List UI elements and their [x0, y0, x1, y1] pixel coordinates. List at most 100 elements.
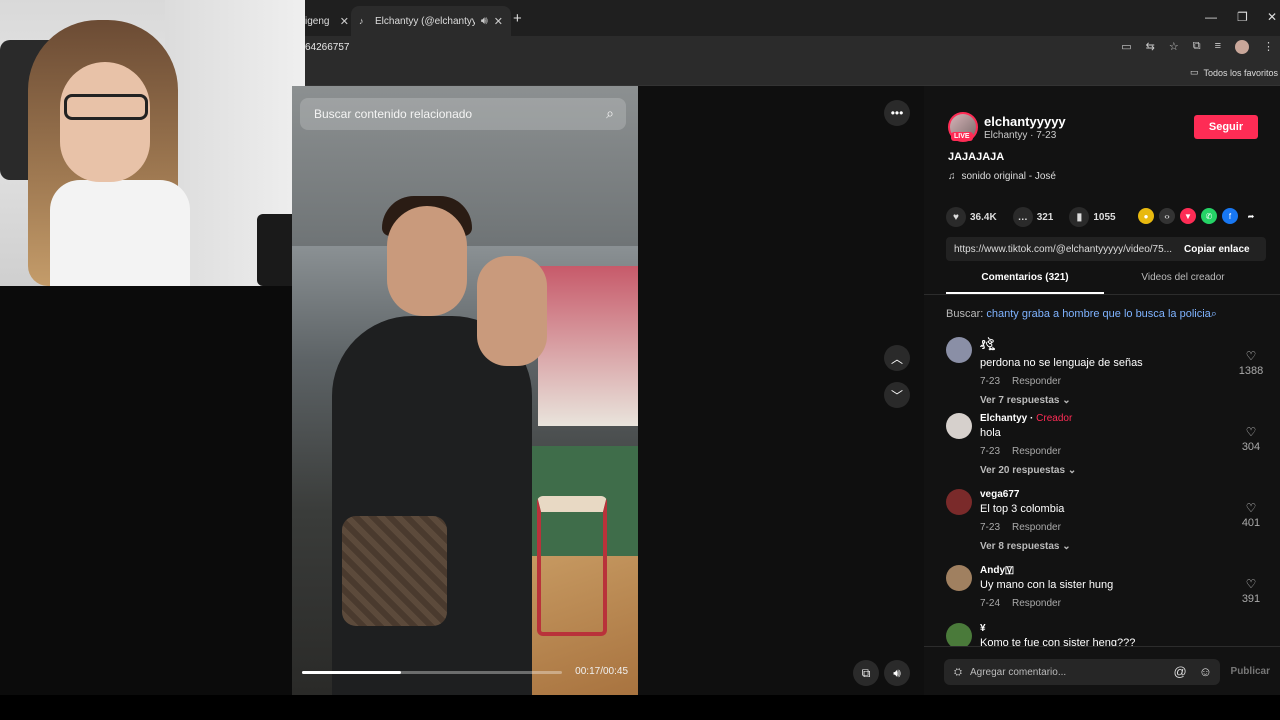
menu-icon[interactable]: ⋮ [1263, 40, 1274, 54]
heart-outline-icon: ♡ [1245, 425, 1257, 439]
related-search-input[interactable]: Buscar contenido relacionado ⌕ [300, 98, 626, 130]
view-replies-button[interactable]: Ver 20 respuestas ⌄ [980, 465, 1220, 476]
comment-username[interactable]: vega677 [980, 489, 1220, 500]
emoji-icon[interactable]: ☺ [1199, 664, 1212, 679]
reply-button[interactable]: Responder [1012, 376, 1061, 387]
reply-button[interactable]: Responder [1012, 522, 1061, 533]
tab-comments[interactable]: Comentarios (321) [946, 272, 1104, 294]
browser-tab-active[interactable]: ♪ Elchantyy (@elchantyyyyy) | 🔊︎ ✕ [351, 6, 511, 36]
like-count: 36.4K [970, 211, 997, 223]
save-count: 1055 [1093, 211, 1116, 223]
comment-like-button[interactable]: ♡ 304 [1236, 425, 1266, 453]
sound-label: sonido original - José [961, 171, 1057, 182]
video-side-area: ••• ︿ ﹀ ⧉ 🔊︎ [638, 86, 924, 695]
webcam-person-face [60, 62, 150, 182]
search-icon[interactable]: ⌕ [606, 105, 614, 122]
video-person-head [387, 206, 467, 316]
share-icons: ● ‹› ▼ ✆ f ➦ [1138, 208, 1259, 224]
share-arrow-icon[interactable]: ➦ [1243, 208, 1259, 224]
save-button[interactable]: ▮ 1055 [1069, 207, 1116, 227]
cast-icon[interactable]: ▭ [1121, 40, 1131, 54]
creator-tag: Creador [1036, 413, 1073, 424]
whatsapp-icon[interactable]: ✆ [1201, 208, 1217, 224]
bottom-black-bar [0, 695, 1280, 720]
previous-video-button[interactable]: ︿ [884, 345, 910, 371]
search-suggestion-query[interactable]: chanty graba a hombre que lo busca la po… [986, 308, 1210, 320]
minimize-icon[interactable]: — [1205, 10, 1217, 24]
creator-info[interactable]: LIVE elchantyyyyy Elchantyy · 7-23 [948, 112, 1066, 142]
share-link-text[interactable]: https://www.tiktok.com/@elchantyyyyy/vid… [946, 244, 1176, 255]
comment-item: ¥ Komo te fue con sister heng??? [946, 623, 1266, 646]
comment-like-button[interactable]: ♡ 1388 [1236, 349, 1266, 377]
close-window-icon[interactable]: ✕ [1267, 10, 1277, 24]
media-control-icon[interactable]: ≡ [1215, 40, 1221, 54]
next-video-button[interactable]: ﹀ [884, 382, 910, 408]
comment-count: 321 [1036, 211, 1054, 223]
comment-avatar[interactable] [946, 623, 972, 646]
comment-date: 7-23 [980, 376, 1001, 387]
add-comment-input[interactable]: ⛭ Agregar comentario... @ ☺ [944, 659, 1220, 685]
all-bookmarks-label: Todos los favoritos [1203, 67, 1278, 78]
reply-button[interactable]: Responder [1012, 598, 1061, 609]
comment-like-button[interactable]: ♡ 391 [1236, 577, 1266, 605]
coin-icon[interactable]: ● [1138, 208, 1154, 224]
volume-button[interactable]: 🔊︎ [884, 660, 910, 686]
picture-in-picture-button[interactable]: ⧉ [853, 660, 879, 686]
comment-avatar[interactable] [946, 413, 972, 439]
view-replies-button[interactable]: Ver 8 respuestas ⌄ [980, 541, 1220, 552]
chevron-down-icon: ⌄ [1062, 541, 1071, 552]
reply-button[interactable]: Responder [1012, 446, 1061, 457]
comment-avatar[interactable] [946, 337, 972, 363]
gift-icon[interactable]: ⛭ [954, 667, 962, 678]
address-bar[interactable]: 64266757 ▭ ⇆ ☆ ⧉ ≡ ⋮ [305, 36, 1280, 60]
add-comment-placeholder: Agregar comentario... [970, 666, 1067, 678]
comment-like-count: 1388 [1238, 365, 1264, 377]
extensions-icon[interactable]: ⧉ [1193, 40, 1201, 54]
send-icon[interactable]: ▼ [1180, 208, 1196, 224]
url-text[interactable]: 64266757 [305, 42, 350, 53]
like-button[interactable]: ♥ 36.4K [946, 207, 997, 227]
tab-creator-videos[interactable]: Videos del creador [1104, 272, 1262, 294]
follow-button[interactable]: Seguir [1194, 115, 1258, 139]
copy-link-button[interactable]: Copiar enlace [1184, 244, 1250, 255]
comment-avatar[interactable] [946, 489, 972, 515]
mention-icon[interactable]: @ [1174, 664, 1187, 679]
facebook-icon[interactable]: f [1222, 208, 1238, 224]
comment-username[interactable]: ₰ঔৣ [980, 337, 1220, 354]
video-player[interactable]: Buscar contenido relacionado ⌕ 00:17/00:… [292, 86, 638, 695]
search-suggestion[interactable]: Buscar: chanty graba a hombre que lo bus… [946, 308, 1217, 321]
bookmarks-bar: ▭ Todos los favoritos [305, 60, 1280, 86]
comment-text: Uy mano con la sister hung [980, 579, 1114, 591]
sound-link[interactable]: ♫ sonido original - José [948, 171, 1056, 182]
tab-label: igeng [305, 15, 330, 27]
comment-username[interactable]: Elchantyy [980, 413, 1027, 424]
browser-tab-bar: igeng ✕ ♪ Elchantyy (@elchantyyyyy) | 🔊︎… [305, 0, 1280, 36]
comment-username[interactable]: Andy🇻 [980, 565, 1220, 576]
view-replies-button[interactable]: Ver 7 respuestas ⌄ [980, 395, 1220, 406]
video-progress-fill [302, 671, 401, 674]
comment-button[interactable]: … 321 [1012, 207, 1054, 227]
embed-icon[interactable]: ‹› [1159, 208, 1175, 224]
more-button[interactable]: ••• [884, 100, 910, 126]
publish-button[interactable]: Publicar [1231, 666, 1270, 677]
comment-icon: … [1012, 207, 1033, 227]
translate-icon[interactable]: ⇆ [1146, 40, 1155, 54]
close-tab-icon[interactable]: ✕ [494, 15, 503, 28]
heart-outline-icon: ♡ [1245, 349, 1257, 363]
comment-date: 7-24 [980, 598, 1001, 609]
creator-username[interactable]: elchantyyyyy [984, 114, 1066, 129]
comment-like-button[interactable]: ♡ 401 [1236, 501, 1266, 529]
profile-avatar[interactable] [1235, 40, 1249, 54]
stats-row: ♥ 36.4K … 321 ▮ 1055 [946, 207, 1126, 227]
close-tab-icon[interactable]: ✕ [340, 15, 349, 28]
video-progress-bar[interactable] [302, 671, 562, 674]
comment-avatar[interactable] [946, 565, 972, 591]
creator-avatar[interactable]: LIVE [948, 112, 978, 142]
audio-icon[interactable]: 🔊︎ [481, 15, 488, 28]
browser-tab-inactive[interactable]: igeng ✕ [305, 6, 349, 36]
comment-username[interactable]: ¥ [980, 623, 1220, 634]
bookmark-star-icon[interactable]: ☆ [1169, 40, 1179, 54]
restore-icon[interactable]: ❐ [1237, 10, 1248, 24]
new-tab-icon[interactable]: + [513, 10, 522, 27]
all-bookmarks[interactable]: ▭ Todos los favoritos [1190, 67, 1278, 78]
